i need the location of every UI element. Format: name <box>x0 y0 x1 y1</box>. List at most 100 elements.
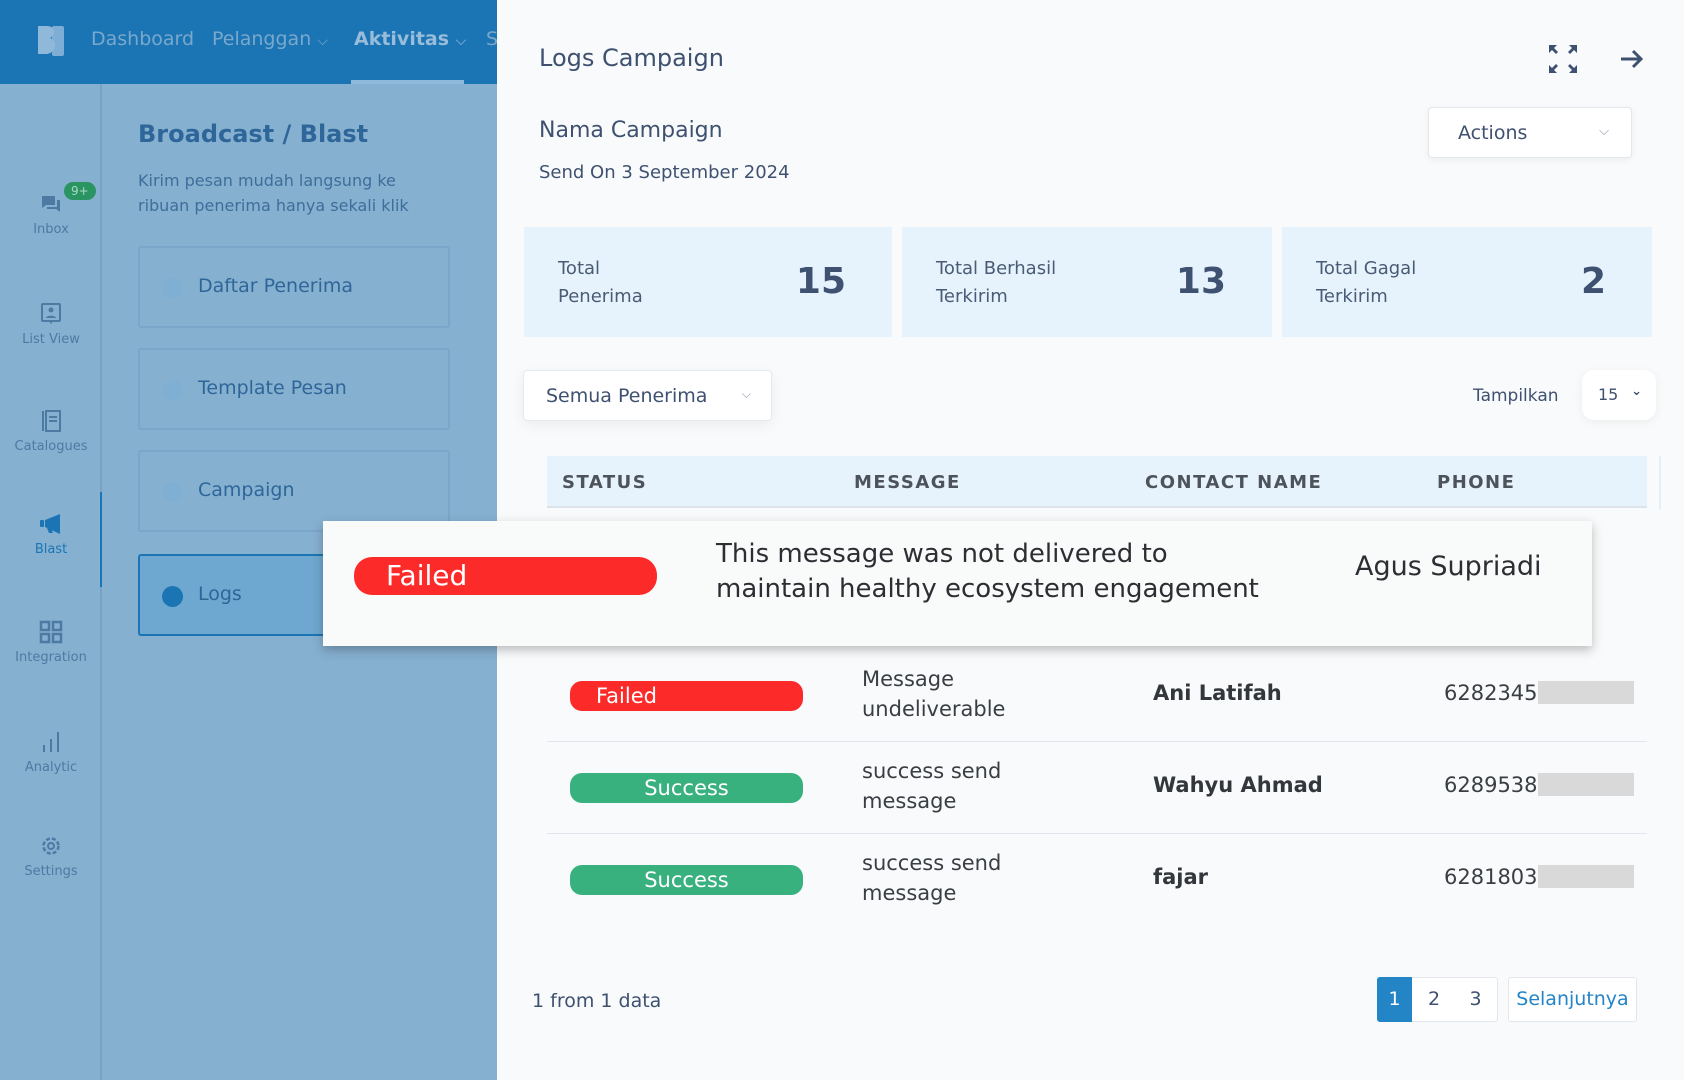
stat-label: Total Gagal Terkirim <box>1316 258 1417 307</box>
rail-label: List View <box>22 332 80 347</box>
rail-label: Inbox <box>33 222 69 237</box>
nav-dashboard[interactable]: Dashboard <box>91 28 194 50</box>
message-cell: Message undeliverable <box>862 667 1006 721</box>
campaign-send-date: Send On 3 September 2024 <box>539 162 790 183</box>
step-label: Campaign <box>198 479 295 501</box>
rail-item-settings[interactable]: Settings <box>0 834 102 879</box>
bar-chart-icon <box>43 732 59 752</box>
filter-selected: Semua Penerima <box>546 385 708 407</box>
page-size-select[interactable]: 15 ⌄ <box>1582 370 1656 420</box>
contact-name-cell: Ani Latifah <box>1153 681 1282 705</box>
rail-item-integration[interactable]: Integration <box>0 620 102 665</box>
chevron-down-icon: ⌄ <box>1631 384 1642 399</box>
nav-pelanggan[interactable]: Pelanggan ⌵ <box>212 28 328 50</box>
megaphone-icon <box>40 514 60 534</box>
rail-label: Settings <box>24 864 78 879</box>
step-label: Logs <box>198 583 242 605</box>
stat-total-gagal: Total Gagal Terkirim 2 <box>1282 227 1652 337</box>
table-header: STATUS MESSAGE CONTACT NAME PHONE <box>547 456 1647 508</box>
step-dot-icon <box>162 482 183 503</box>
step-daftar-penerima[interactable]: Daftar Penerima <box>138 246 450 328</box>
table-row[interactable]: Success success send message fajar 62818… <box>547 834 1647 926</box>
next-page-button[interactable]: Selanjutnya <box>1508 977 1637 1022</box>
chevron-down-icon: ⌵ <box>741 387 751 401</box>
status-badge-failed: Failed <box>354 557 657 595</box>
phone-cell: 6282345 <box>1444 681 1634 705</box>
stat-value: 2 <box>1580 261 1606 302</box>
campaign-name: Nama Campaign <box>539 118 723 143</box>
page-button-1[interactable]: 1 <box>1377 977 1412 1022</box>
phone-visible: 6281803 <box>1444 865 1538 889</box>
page-size-value: 15 <box>1598 385 1619 404</box>
phone-visible: 6289538 <box>1444 773 1538 797</box>
table-row[interactable]: Success success send message Wahyu Ahmad… <box>547 742 1647 834</box>
stat-label: Total Berhasil Terkirim <box>936 258 1057 307</box>
chevron-down-icon: ⌵ <box>455 33 467 49</box>
chevron-down-icon: ⌵ <box>1599 124 1609 139</box>
stat-label: Total Penerima <box>558 258 643 307</box>
actions-dropdown[interactable]: Actions ⌵ <box>1428 107 1632 158</box>
step-dot-icon <box>162 380 183 401</box>
rail-label: Blast <box>34 542 68 557</box>
book-icon <box>42 410 61 432</box>
message-cell: success send message <box>862 851 1002 905</box>
rail-label: Analytic <box>24 760 78 775</box>
stat-total-penerima: Total Penerima 15 <box>524 227 892 337</box>
rail-item-catalogues[interactable]: Catalogues <box>0 409 102 454</box>
chat-bubbles-icon <box>42 196 60 212</box>
contact-name-cell: fajar <box>1153 865 1209 889</box>
rail-item-list-view[interactable]: List View <box>0 302 102 347</box>
stat-value: 13 <box>1175 261 1226 302</box>
step-dot-icon <box>162 278 183 299</box>
actions-label: Actions <box>1458 122 1528 144</box>
phone-redacted <box>1537 773 1634 796</box>
column-header-message[interactable]: MESSAGE <box>854 472 961 493</box>
rail-item-blast[interactable]: Blast <box>0 512 102 557</box>
page-size-label: Tampilkan <box>1473 386 1559 406</box>
chevron-down-icon: ⌵ <box>317 33 328 49</box>
nav-aktivitas-label: Aktivitas <box>354 28 450 50</box>
left-icon-rail: Inbox 9+ List View Catalogues Blast Inte… <box>0 84 102 1080</box>
phone-redacted <box>1537 681 1634 704</box>
rail-item-analytic[interactable]: Analytic <box>0 730 102 775</box>
brand-logo-icon <box>38 26 64 56</box>
message-cell: This message was not delivered to maintai… <box>716 539 1259 604</box>
close-arrow-right-icon[interactable] <box>1615 42 1649 76</box>
column-header-phone[interactable]: PHONE <box>1437 472 1515 493</box>
table-row[interactable]: Failed Message undeliverable Ani Latifah… <box>547 650 1647 742</box>
table-scroll-edge <box>1659 456 1661 510</box>
stat-total-berhasil: Total Berhasil Terkirim 13 <box>902 227 1272 337</box>
step-template-pesan[interactable]: Template Pesan <box>138 348 450 430</box>
panel-title: Logs Campaign <box>539 44 724 72</box>
contact-card-icon <box>41 303 61 324</box>
rail-label: Catalogues <box>14 439 88 454</box>
subpanel-title: Broadcast / Blast <box>138 120 369 148</box>
page-button-3[interactable]: 3 <box>1454 977 1498 1022</box>
message-cell: success send message <box>862 759 1002 813</box>
contact-name-cell: Wahyu Ahmad <box>1153 773 1323 797</box>
stat-value: 15 <box>795 261 846 302</box>
rail-label: Integration <box>15 650 87 665</box>
top-navbar: Dashboard Pelanggan ⌵ Aktivitas ⌵ S <box>0 0 497 84</box>
phone-visible: 6282345 <box>1444 681 1538 705</box>
step-campaign[interactable]: Campaign <box>138 450 450 532</box>
expand-icon[interactable] <box>1546 42 1580 76</box>
column-header-status[interactable]: STATUS <box>562 472 647 493</box>
gear-icon <box>42 837 60 855</box>
page-button-2[interactable]: 2 <box>1412 977 1456 1022</box>
step-label: Template Pesan <box>198 377 347 399</box>
grid-icon <box>39 620 63 644</box>
subpanel-description: Kirim pesan mudah langsung ke ribuan pen… <box>138 171 409 215</box>
phone-redacted <box>1537 865 1634 888</box>
status-badge-success: Success <box>570 865 803 895</box>
phone-cell: 6289538 <box>1444 773 1634 797</box>
step-label: Daftar Penerima <box>198 275 354 297</box>
status-badge-failed: Failed <box>570 681 803 711</box>
contact-name-cell: Agus Supriadi <box>1355 551 1542 582</box>
nav-aktivitas[interactable]: Aktivitas ⌵ <box>354 28 466 50</box>
nav-more[interactable]: S <box>486 28 497 50</box>
column-header-contact-name[interactable]: CONTACT NAME <box>1145 472 1322 493</box>
recipient-filter-dropdown[interactable]: Semua Penerima ⌵ <box>523 370 772 421</box>
highlighted-log-row[interactable]: Failed This message was not delivered to… <box>323 521 1592 646</box>
step-dot-icon <box>162 586 183 607</box>
